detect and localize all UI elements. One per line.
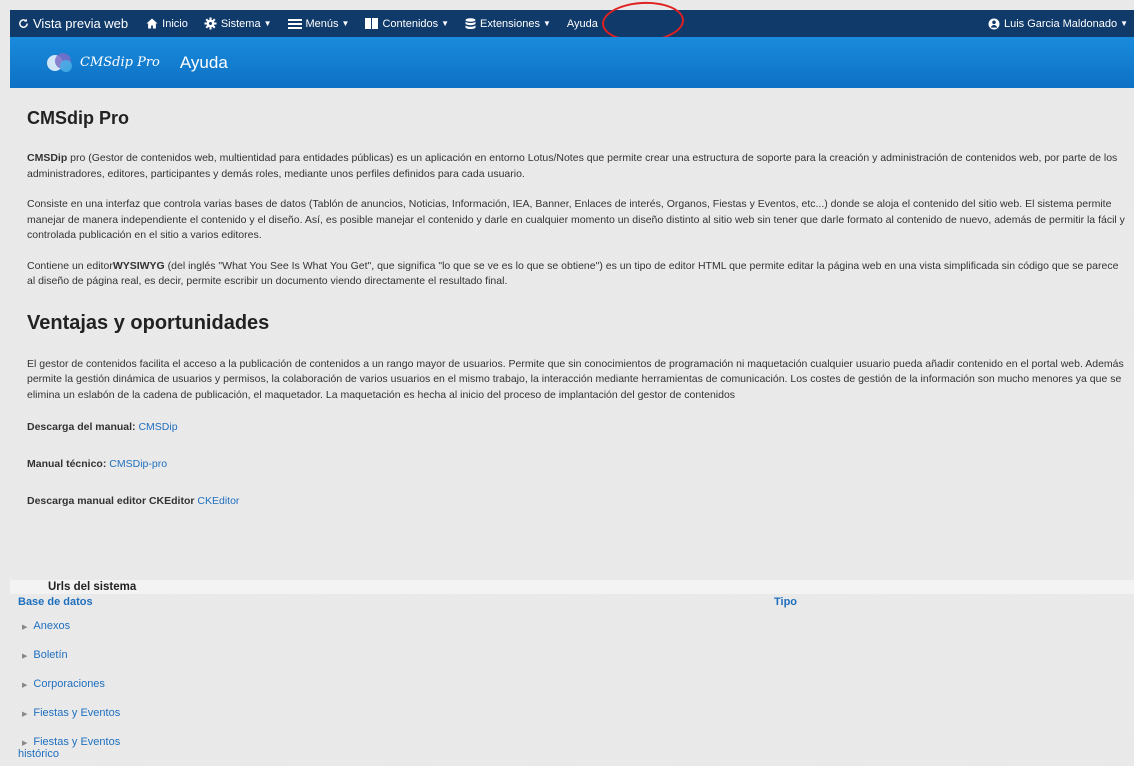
list-item[interactable]: ▶ Anexos [10,610,1134,639]
editor-text: (del inglés "What You See Is What You Ge… [27,259,1119,288]
refresh-icon [18,18,29,29]
urls-title: Urls del sistema [10,580,1134,594]
intro-text: pro (Gestor de contenidos web, multienti… [27,152,1118,180]
caret-down-icon: ▼ [1120,19,1128,28]
technical-manual-link[interactable]: CMSDip-pro [109,458,167,470]
list-item-label: Fiestas y Eventos [33,736,121,748]
preview-web-link[interactable]: Vista previa web [10,10,138,37]
page-title: Ayuda [179,52,228,72]
brand-label: Vista previa web [33,16,129,31]
caret-right-icon: ▶ [22,653,28,660]
urls-table-header: Base de datos Tipo [10,594,1134,610]
nav-ayuda-label: Ayuda [566,17,598,30]
caret-right-icon: ▶ [22,711,28,718]
list-item-label: Corporaciones [33,678,105,690]
caret-down-icon: ▼ [341,19,350,28]
editor-bold: WYSIWYG [112,259,165,272]
ckeditor-manual-link[interactable]: CKEditor [197,495,239,507]
caret-right-icon: ▶ [22,624,28,631]
download-manual-link[interactable]: CMSDip [138,421,177,433]
page-header: CMSdip Pro Ayuda [10,37,1134,88]
nav-contenidos-label: Contenidos [382,17,439,30]
column-header-tipo[interactable]: Tipo [774,596,797,608]
paragraph-ventajas: El gestor de contenidos facilita el acce… [27,357,1124,401]
section-title-ventajas: Ventajas y oportunidades [27,311,270,334]
home-icon [146,18,158,29]
editor-pre: Contiene un editor [27,259,113,272]
user-icon [988,18,1000,30]
nav-sistema[interactable]: Sistema ▼ [196,10,280,37]
caret-down-icon: ▼ [441,19,450,28]
list-item-label-line2: histórico [18,748,59,760]
menu-icon [287,18,302,29]
list-item[interactable]: ▶ Fiestas y Eventos [10,697,1134,726]
paragraph-interface: Consiste en una interfaz que controla va… [27,198,1125,242]
system-urls-section: Urls del sistema Base de datos Tipo ▶ Ane… [10,580,1134,766]
list-item[interactable]: ▶ Fiestas y Eventos histórico [10,726,1134,766]
top-navbar: Vista previa web Inicio Sistema ▼ Menús … [10,10,1134,37]
list-item-label: Fiestas y Eventos [33,707,121,719]
caret-down-icon: ▼ [542,19,551,28]
technical-manual: Manual técnico: CMSDip-pro [27,458,1125,470]
logo[interactable]: CMSdip Pro [46,52,160,74]
nav-extensiones-label: Extensiones [480,17,540,30]
nav-extensiones[interactable]: Extensiones ▼ [457,10,559,37]
technical-manual-label: Manual técnico: [27,458,107,471]
database-icon [465,17,476,30]
caret-down-icon: ▼ [263,19,272,28]
nav-contenidos[interactable]: Contenidos ▼ [357,10,457,37]
list-item-label: Boletín [33,649,68,661]
urls-list: ▶ Anexos ▶ Boletín ▶ Corporaciones ▶ Fiestas… [10,610,1134,766]
nav-inicio[interactable]: Inicio [138,10,196,37]
nav-menus-label: Menús [305,17,339,30]
column-header-base-de-datos[interactable]: Base de datos [18,596,93,608]
book-icon [365,18,379,29]
user-name: Luis Garcia Maldonado [1003,17,1118,30]
download-manual-label: Descarga del manual: [27,421,136,434]
main-content: CMSdip Pro CMSDip pro (Gestor de conteni… [27,108,1125,532]
user-menu[interactable]: Luis Garcia Maldonado ▼ [980,10,1134,37]
content-title: CMSdip Pro [27,108,129,128]
gear-icon [204,17,217,30]
caret-right-icon: ▶ [22,740,28,747]
ckeditor-manual: Descarga manual editor CKEditor CKEditor [27,495,1125,507]
paragraph-intro: CMSDip pro (Gestor de contenidos web, mu… [27,151,1125,182]
nav-sistema-label: Sistema [220,17,261,30]
list-item[interactable]: ▶ Corporaciones [10,668,1134,697]
caret-right-icon: ▶ [22,682,28,689]
nav-menus[interactable]: Menús ▼ [280,10,358,37]
nav-ayuda[interactable]: Ayuda [559,10,606,37]
ckeditor-manual-label: Descarga manual editor CKEditor [27,495,195,508]
list-item[interactable]: ▶ Boletín [10,639,1134,668]
list-item-label: Anexos [33,620,71,632]
paragraph-editor: Contiene un editorWYSIWYG (del inglés "W… [27,259,1125,290]
intro-bold: CMSDip [27,152,68,164]
logo-text: CMSdip Pro [80,55,160,70]
download-manual: Descarga del manual: CMSDip [27,421,1125,433]
nav-inicio-label: Inicio [162,17,188,30]
logo-icon [47,52,72,72]
